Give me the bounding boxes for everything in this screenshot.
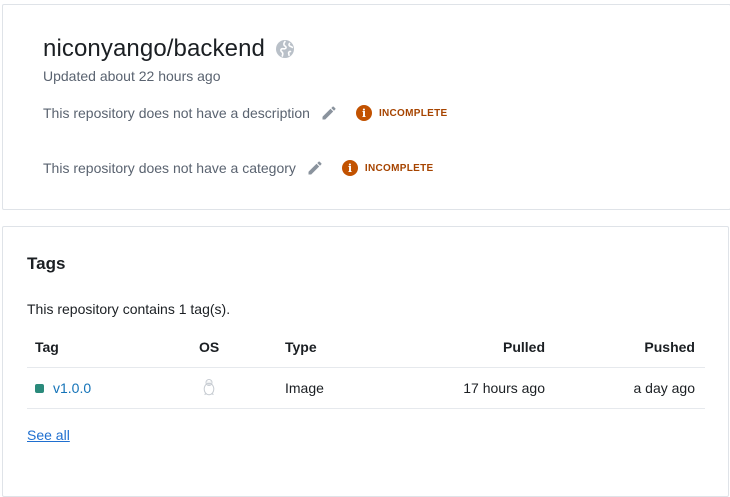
tags-heading: Tags	[27, 254, 66, 273]
repository-card: niconyango/backend Updated about 22 hour…	[2, 4, 730, 210]
incomplete-badge: i INCOMPLETE	[355, 105, 448, 121]
edit-category-pencil-icon[interactable]	[306, 159, 324, 177]
edit-description-pencil-icon[interactable]	[320, 104, 338, 122]
incomplete-label: INCOMPLETE	[364, 162, 434, 174]
column-header-tag: Tag	[35, 339, 59, 355]
see-all-link[interactable]: See all	[27, 427, 70, 443]
column-header-pulled: Pulled	[502, 339, 545, 355]
table-header: Tag OS Type Pulled Pushed	[27, 327, 705, 368]
description-text: This repository does not have a descript…	[43, 105, 310, 121]
category-row: This repository does not have a category…	[43, 159, 433, 177]
tag-link[interactable]: v1.0.0	[53, 380, 91, 396]
globe-icon	[275, 39, 295, 59]
column-header-os: OS	[199, 339, 220, 355]
tag-pushed: a day ago	[633, 380, 696, 396]
tag-type: Image	[285, 380, 324, 396]
incomplete-badge: i INCOMPLETE	[341, 160, 434, 176]
incomplete-label: INCOMPLETE	[378, 107, 448, 119]
description-row: This repository does not have a descript…	[43, 104, 448, 122]
repo-name: niconyango/backend	[43, 35, 265, 62]
repo-title-row: niconyango/backend	[43, 35, 295, 63]
tag-pulled: 17 hours ago	[463, 380, 545, 396]
column-header-type: Type	[285, 339, 317, 355]
tag-status-indicator	[35, 383, 44, 393]
category-text: This repository does not have a category	[43, 160, 296, 176]
column-header-pushed: Pushed	[644, 339, 695, 355]
tags-summary: This repository contains 1 tag(s).	[27, 301, 231, 317]
tag-cell: v1.0.0	[35, 380, 91, 396]
linux-icon	[201, 378, 217, 399]
updated-timestamp: Updated about 22 hours ago	[43, 68, 221, 84]
tags-table: Tag OS Type Pulled Pushed v1.0.0 Image 1…	[27, 327, 705, 409]
table-row: v1.0.0 Image 17 hours ago a day ago	[27, 368, 705, 409]
info-icon: i	[355, 105, 372, 121]
info-icon: i	[341, 160, 358, 176]
tags-card: Tags This repository contains 1 tag(s). …	[2, 226, 729, 497]
